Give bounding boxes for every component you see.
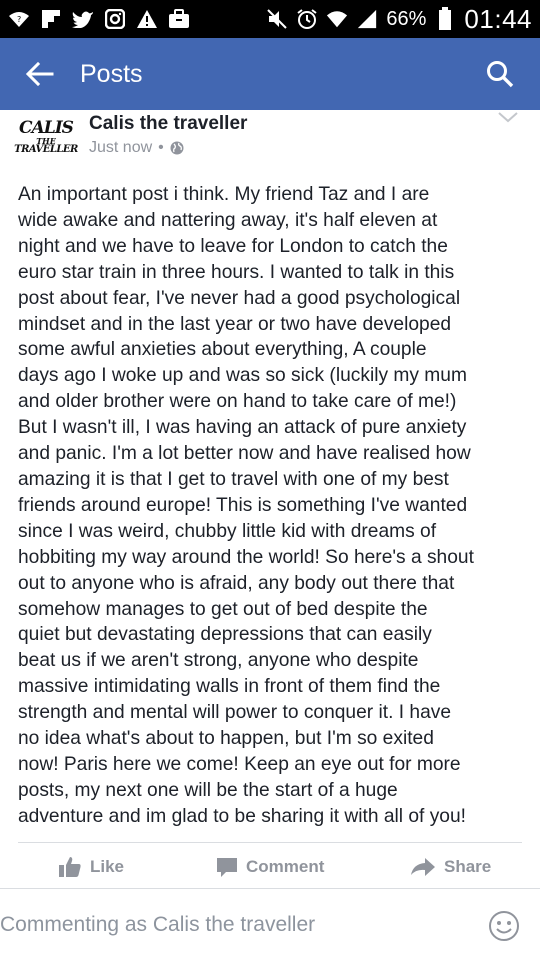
comment-bar: [0, 888, 540, 960]
chevron-down-icon: [498, 112, 518, 123]
app-bar: Posts: [0, 38, 540, 110]
search-button[interactable]: [464, 38, 536, 110]
author-name[interactable]: Calis the traveller: [89, 113, 247, 135]
search-icon: [487, 61, 514, 88]
svg-text:?: ?: [17, 15, 21, 24]
comment-label: Comment: [246, 857, 325, 876]
profile-logo[interactable]: CALIS THE TRAVELLER: [14, 112, 78, 162]
like-label: Like: [90, 857, 125, 876]
comment-button[interactable]: Comment: [216, 856, 324, 878]
briefcase-icon: [168, 8, 190, 30]
mute-icon: [266, 8, 288, 30]
post-options-button[interactable]: [496, 110, 520, 130]
status-bar: ? 66% 01:44: [0, 0, 540, 38]
alarm-icon: [296, 8, 318, 30]
like-button[interactable]: Like: [58, 856, 124, 878]
battery-percent: 66%: [386, 7, 427, 30]
notification-icons: ?: [8, 8, 190, 30]
post-card: CALIS THE TRAVELLER Calis the traveller …: [0, 110, 540, 888]
battery-icon: [434, 7, 456, 30]
logo-line-1: CALIS: [19, 117, 74, 138]
smiley-icon: [489, 911, 519, 941]
globe-icon: [170, 141, 184, 155]
thumbs-up-icon: [59, 857, 81, 877]
divider: [18, 842, 522, 843]
post-actions: Like Comment Share: [0, 847, 540, 887]
comment-input[interactable]: [0, 905, 460, 945]
instagram-icon: [104, 8, 126, 30]
back-button[interactable]: [8, 38, 72, 110]
share-arrow-icon: [411, 858, 435, 876]
emoji-button[interactable]: [488, 910, 520, 942]
speech-bubble-icon: [217, 858, 237, 877]
twitter-icon: [72, 8, 94, 30]
logo-line-3: TRAVELLER: [14, 143, 78, 155]
page-title: Posts: [80, 59, 143, 88]
timestamp: Just now: [89, 139, 153, 156]
share-label: Share: [444, 857, 492, 876]
share-button[interactable]: Share: [410, 857, 491, 877]
system-icons: 66% 01:44: [266, 4, 532, 35]
post-meta: Just now •: [89, 139, 184, 157]
back-arrow-icon: [26, 62, 54, 86]
clock: 01:44: [464, 3, 532, 34]
wifi-icon: [326, 8, 348, 30]
post-body: An important post i think. My friend Taz…: [18, 184, 474, 827]
signal-icon: [356, 8, 378, 30]
meta-separator: •: [158, 139, 164, 156]
wifi-question-icon: ?: [8, 8, 30, 30]
post-header: CALIS THE TRAVELLER Calis the traveller …: [0, 110, 540, 170]
warning-icon: [136, 8, 158, 30]
flipboard-icon: [40, 8, 62, 30]
